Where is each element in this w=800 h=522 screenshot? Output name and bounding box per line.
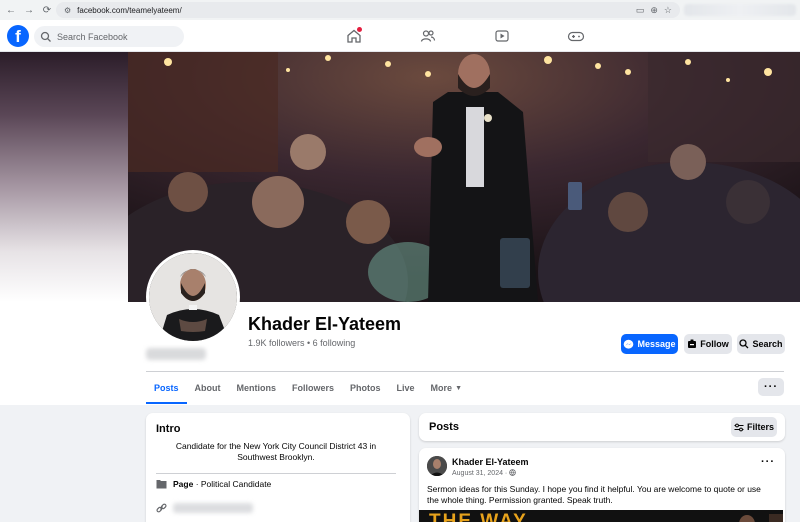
post-text: Sermon ideas for this Sunday. I hope you… xyxy=(427,484,761,505)
intro-title: Intro xyxy=(156,423,181,435)
profile-tabs: Posts About Mentions Followers Photos Li… xyxy=(146,372,470,404)
posts-title: Posts xyxy=(429,421,459,433)
tab-mentions[interactable]: Mentions xyxy=(229,372,285,404)
post-media[interactable]: THE WAY xyxy=(419,510,783,522)
tab-posts[interactable]: Posts xyxy=(146,372,187,404)
tab-more-label: More xyxy=(430,383,453,393)
back-icon[interactable]: ← xyxy=(2,0,20,20)
reload-icon[interactable]: ⟳ xyxy=(38,0,56,20)
left-blurred-area xyxy=(0,52,128,302)
nav-friends[interactable] xyxy=(408,20,448,52)
video-icon xyxy=(495,30,509,42)
follower-stats[interactable]: 1.9K followers • 6 following xyxy=(248,338,355,348)
url-text: facebook.com/teamelyateem/ xyxy=(77,5,182,15)
page-category: · Political Candidate xyxy=(193,479,272,489)
link-icon xyxy=(156,503,167,513)
profile-picture xyxy=(149,253,237,341)
post-date[interactable]: August 31, 2024 · xyxy=(452,469,516,477)
filters-label: Filters xyxy=(746,422,774,432)
nav-home[interactable] xyxy=(334,20,374,52)
page-title: Khader El-Yateem xyxy=(248,314,402,334)
follow-button[interactable]: Follow xyxy=(684,334,732,354)
tab-photos[interactable]: Photos xyxy=(342,372,389,404)
media-figure xyxy=(739,514,783,522)
cast-icon[interactable]: ▭ xyxy=(636,5,645,16)
search-icon xyxy=(739,339,749,349)
page-category-row: Page · Political Candidate xyxy=(156,479,271,489)
search-icon xyxy=(40,31,51,42)
search-input[interactable] xyxy=(57,31,177,42)
post-author-name[interactable]: Khader El-Yateem xyxy=(452,457,529,467)
cover-photo[interactable] xyxy=(128,52,800,302)
zoom-icon[interactable]: ⊕ xyxy=(650,5,658,16)
facebook-logo-icon[interactable]: f xyxy=(7,25,29,47)
page-label: Page xyxy=(173,479,194,489)
search-button-label: Search xyxy=(752,339,783,349)
message-button-label: Message xyxy=(637,339,676,349)
post-options-icon[interactable]: ··· xyxy=(761,456,775,468)
follow-button-label: Follow xyxy=(700,339,729,349)
chevron-down-icon: ▼ xyxy=(455,384,462,392)
blurred-link[interactable] xyxy=(173,503,253,513)
tab-live[interactable]: Live xyxy=(389,372,423,404)
forward-icon[interactable]: → xyxy=(20,0,38,20)
nav-gaming[interactable] xyxy=(556,20,596,52)
filter-sliders-icon xyxy=(734,423,744,431)
page-flag-icon xyxy=(156,480,167,489)
intro-divider xyxy=(156,473,396,474)
more-options-button[interactable]: ··· xyxy=(758,378,784,396)
messenger-icon xyxy=(624,339,634,349)
facebook-topbar: f xyxy=(0,20,800,52)
blurred-text xyxy=(146,348,206,360)
globe-icon xyxy=(509,469,516,476)
follow-icon xyxy=(688,339,697,348)
post-author-avatar[interactable] xyxy=(427,456,447,476)
browser-toolbar: ← → ⟳ ⚙ facebook.com/teamelyateem/ ▭ ⊕ ☆ xyxy=(0,0,800,20)
tab-about[interactable]: About xyxy=(187,372,229,404)
address-bar[interactable]: ⚙ facebook.com/teamelyateem/ ▭ ⊕ ☆ xyxy=(56,2,680,18)
website-row xyxy=(156,503,253,513)
profile-avatar[interactable] xyxy=(146,250,240,344)
author-picture xyxy=(427,456,447,476)
notification-dot xyxy=(357,27,362,32)
post-card: Khader El-Yateem August 31, 2024 · ··· S… xyxy=(419,448,785,522)
ellipsis-icon: ··· xyxy=(764,381,778,393)
post-media-text: THE WAY xyxy=(429,511,528,522)
tab-more[interactable]: More ▼ xyxy=(423,372,470,404)
tab-followers[interactable]: Followers xyxy=(284,372,342,404)
friends-icon xyxy=(420,30,436,42)
nav-watch[interactable] xyxy=(482,20,522,52)
cover-image xyxy=(128,52,800,302)
filters-button[interactable]: Filters xyxy=(731,417,777,437)
intro-card: Intro Candidate for the New York City Co… xyxy=(146,413,410,522)
profile-search-button[interactable]: Search xyxy=(737,334,785,354)
intro-bio: Candidate for the New York City Council … xyxy=(175,441,377,462)
post-date-text: August 31, 2024 · xyxy=(452,470,510,477)
site-info-icon[interactable]: ⚙ xyxy=(64,6,71,15)
search-box[interactable] xyxy=(34,26,184,47)
extensions-area xyxy=(684,4,796,16)
bookmark-star-icon[interactable]: ☆ xyxy=(664,5,672,16)
gaming-icon xyxy=(567,31,585,42)
message-button[interactable]: Message xyxy=(621,334,678,354)
posts-header-card: Posts Filters xyxy=(419,413,785,441)
